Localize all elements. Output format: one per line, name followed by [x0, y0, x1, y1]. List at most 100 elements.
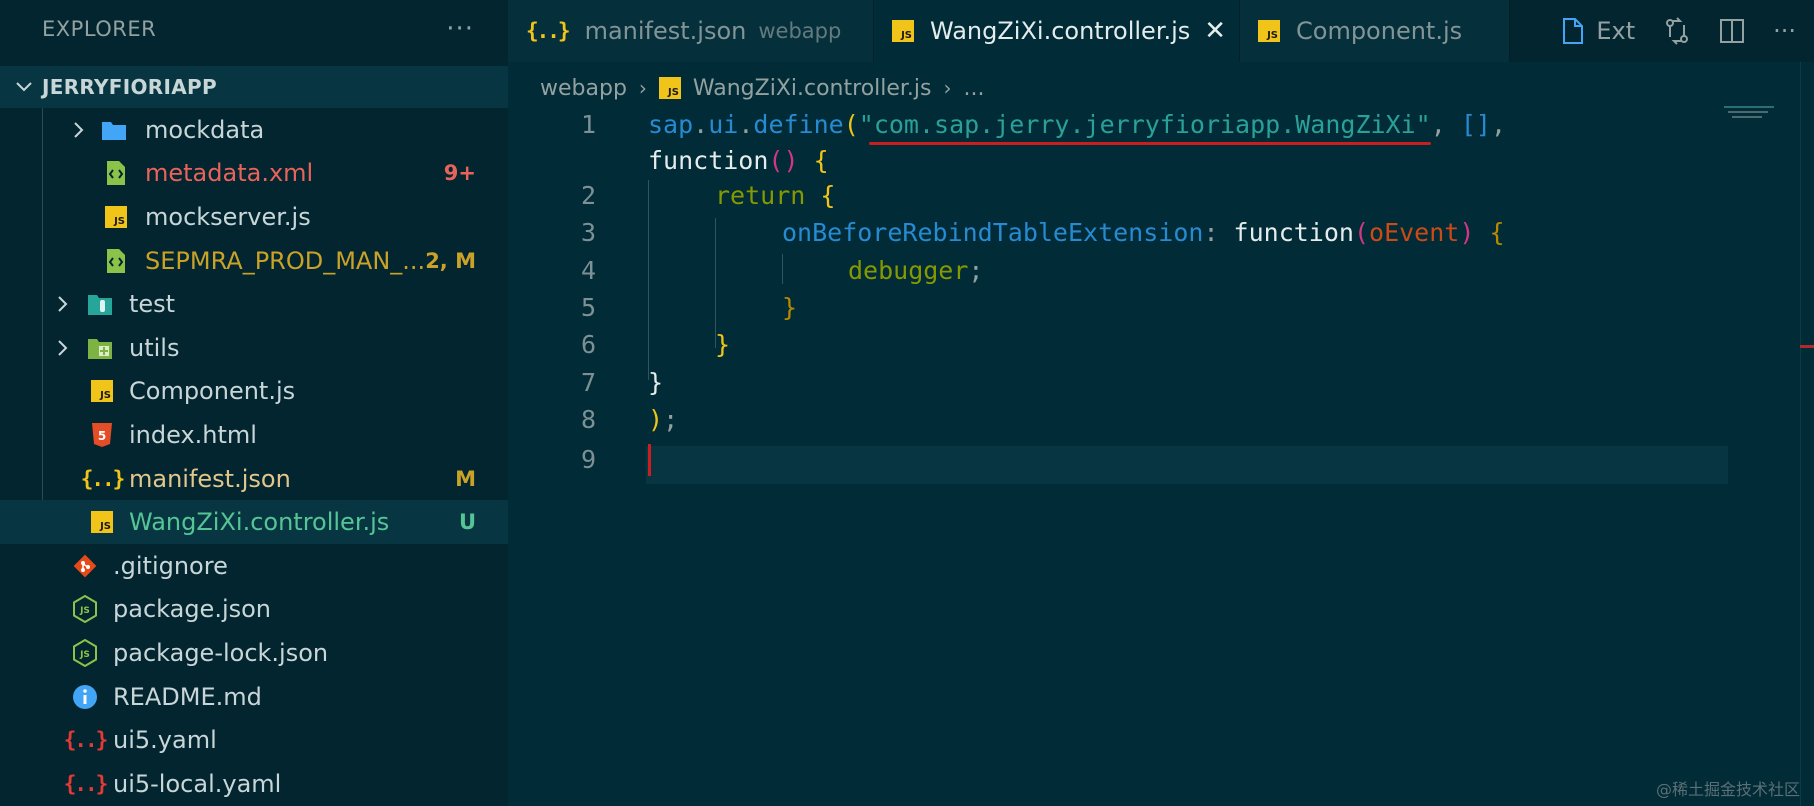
tree-item-label: WangZiXi.controller.js	[129, 508, 390, 537]
token: )	[1459, 218, 1475, 248]
code-line: 9	[508, 441, 1728, 479]
more-actions-icon[interactable]: ···	[1773, 17, 1796, 45]
tree-item-label: mockdata	[145, 115, 265, 144]
js-file-icon: JS	[88, 377, 116, 405]
tree-item-test[interactable]: test	[0, 282, 508, 326]
token: .	[738, 110, 754, 140]
vertical-scrollbar[interactable]	[1800, 62, 1814, 806]
code-line: 7 }	[508, 364, 1728, 402]
tree-item-label: mockserver.js	[145, 202, 311, 231]
minimap[interactable]	[1724, 104, 1786, 128]
tab-label: manifest.json	[584, 17, 747, 45]
tab-description: webapp	[758, 19, 842, 43]
code-editor[interactable]: 1 sap.ui.define("com.sap.jerry.jerryfior…	[508, 106, 1814, 806]
tree-item-label: index.html	[129, 420, 257, 449]
tree-item-metadata-xml[interactable]: metadata.xml 9+	[0, 152, 508, 196]
test-folder-icon	[86, 290, 114, 318]
json-file-icon: {..}	[526, 19, 571, 43]
git-status-badge: M	[455, 466, 476, 491]
tree-item-label: metadata.xml	[145, 159, 314, 188]
code-line: 3 onBeforeRebindTableExtension: function…	[508, 214, 1728, 252]
open-preview-button[interactable]: Ext	[1562, 17, 1635, 45]
code-text: }	[648, 368, 663, 397]
token: ,	[1430, 110, 1461, 140]
tree-item-ui5-local-yaml[interactable]: {..} ui5-local.yaml	[0, 762, 508, 806]
tree-item-index-html[interactable]: 5 index.html	[0, 413, 508, 457]
tree-item-utils[interactable]: utils	[0, 326, 508, 370]
token: }	[782, 293, 798, 323]
scrollbar-cursor-marker	[1800, 345, 1814, 348]
tab-manifest-json[interactable]: {..} manifest.json webapp	[508, 0, 874, 62]
explorer-header: EXPLORER ···	[0, 0, 508, 58]
workspace-root[interactable]: JERRYFIORIAPP	[0, 66, 508, 108]
code-line: 8 );	[508, 401, 1728, 439]
token: "com.sap.jerry.jerryfioriapp.WangZiXi"	[858, 110, 1431, 140]
token: sap	[648, 110, 694, 140]
line-number: 1	[580, 110, 596, 140]
compare-changes-icon[interactable]	[1663, 17, 1691, 45]
json-file-icon: {..}	[80, 466, 126, 491]
git-icon	[71, 552, 99, 580]
code-text: function() {	[648, 146, 829, 175]
breadcrumb-ellipsis[interactable]: ...	[964, 76, 985, 101]
chevron-right-icon[interactable]	[52, 293, 74, 315]
token: oEvent	[1369, 218, 1460, 248]
code-line: 1 sap.ui.define("com.sap.jerry.jerryfior…	[508, 106, 1728, 146]
chevron-down-icon[interactable]	[12, 75, 36, 99]
module-name-string: "com.sap.jerry.jerryfioriapp.WangZiXi"	[858, 110, 1431, 146]
code-text: sap.ui.define("com.sap.jerry.jerryfioria…	[648, 110, 1506, 146]
tree-item-sepmra[interactable]: SEPMRA_PROD_MAN_... 2, M	[0, 239, 508, 283]
tree-item-gitignore[interactable]: .gitignore	[0, 544, 508, 588]
close-icon[interactable]: ✕	[1204, 16, 1226, 46]
chevron-right-icon[interactable]	[68, 119, 90, 141]
code-text: debugger;	[848, 256, 983, 285]
problems-badge: 9+	[443, 161, 476, 186]
tab-component-js[interactable]: JS Component.js	[1240, 0, 1510, 62]
tree-item-ui5-yaml[interactable]: {..} ui5.yaml	[0, 718, 508, 762]
token: function	[1233, 218, 1354, 248]
code-line: 4 debugger;	[508, 252, 1728, 290]
token: {	[805, 181, 836, 211]
tree-item-manifest-json[interactable]: {..} manifest.json M	[0, 457, 508, 501]
tree-item-readme-md[interactable]: README.md	[0, 675, 508, 719]
node-icon: JS	[71, 638, 99, 667]
tree-item-package-lock-json[interactable]: JS package-lock.json	[0, 631, 508, 675]
js-file-icon: JS	[658, 77, 681, 99]
code-text: return {	[715, 181, 835, 210]
breadcrumb: webapp › JS WangZiXi.controller.js › ...	[540, 70, 985, 106]
tree-item-label: ui5.yaml	[113, 726, 217, 755]
split-editor-icon[interactable]	[1719, 18, 1745, 44]
chevron-right-icon[interactable]	[52, 337, 74, 359]
code-text: onBeforeRebindTableExtension: function(o…	[782, 218, 1505, 247]
token: (	[843, 110, 859, 140]
tree-item-wangzixi-controller-js[interactable]: JS WangZiXi.controller.js U	[0, 500, 508, 544]
tree-item-label: ui5-local.yaml	[113, 769, 282, 798]
line-number: 7	[580, 368, 596, 398]
node-icon: JS	[71, 595, 99, 624]
token: onBeforeRebindTableExtension	[782, 218, 1204, 248]
svg-text:5: 5	[98, 429, 106, 443]
tree-item-mockdata[interactable]: mockdata	[0, 108, 508, 152]
js-file-icon: JS	[892, 20, 914, 42]
tree-item-package-json[interactable]: JS package.json	[0, 588, 508, 632]
tab-wangzixi-controller-js[interactable]: JS WangZiXi.controller.js ✕	[874, 0, 1240, 62]
tab-label: WangZiXi.controller.js	[930, 17, 1191, 45]
tree-item-component-js[interactable]: JS Component.js	[0, 370, 508, 414]
svg-text:JS: JS	[79, 606, 90, 616]
more-actions-icon[interactable]: ···	[446, 14, 474, 44]
token: ;	[663, 405, 679, 435]
breadcrumb-file[interactable]: WangZiXi.controller.js	[693, 76, 932, 101]
breadcrumb-folder[interactable]: webapp	[540, 76, 627, 101]
html-file-icon: 5	[88, 421, 116, 449]
token: ,	[1490, 110, 1506, 140]
tree-item-label: package.json	[113, 595, 272, 624]
file-icon	[1563, 18, 1584, 44]
code-text: }	[715, 330, 730, 359]
xml-file-icon	[102, 247, 130, 275]
tree-item-mockserver-js[interactable]: JS mockserver.js	[0, 195, 508, 239]
xml-file-icon	[102, 159, 130, 187]
token: }	[648, 368, 664, 398]
editor-tab-bar: {..} manifest.json webapp JS WangZiXi.co…	[508, 0, 1814, 62]
code-line-wrapped: function() {	[508, 142, 1728, 180]
code-line: 6 }	[508, 326, 1728, 364]
